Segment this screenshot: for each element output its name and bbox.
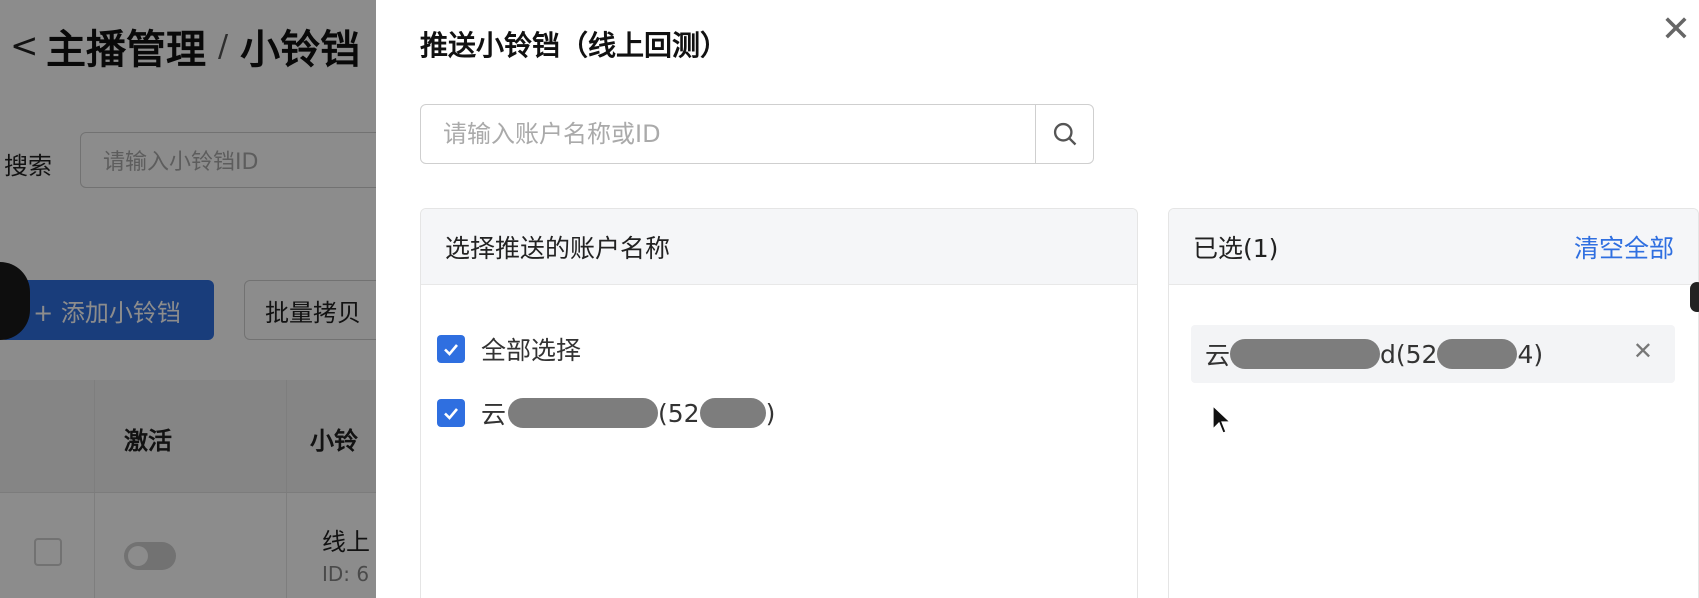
selected-panel: 已选(1) 清空全部 云 d(52 4) ✕ xyxy=(1168,208,1699,598)
clear-all-button[interactable]: 清空全部 xyxy=(1574,229,1674,265)
redacted-selected-id xyxy=(1437,339,1518,369)
account-checkbox[interactable] xyxy=(437,399,465,427)
search-button[interactable] xyxy=(1035,105,1093,163)
account-options-panel: 选择推送的账户名称 全部选择 云 (52 ) xyxy=(420,208,1138,598)
account-search xyxy=(420,104,1094,164)
options-panel-header: 选择推送的账户名称 xyxy=(421,209,1137,285)
account-id-suffix: ) xyxy=(765,398,776,428)
select-all-option[interactable]: 全部选择 xyxy=(437,331,581,367)
selected-name-middle: d(52 xyxy=(1380,339,1438,369)
selected-panel-header: 已选(1) 清空全部 xyxy=(1169,209,1698,285)
close-icon[interactable]: ✕ xyxy=(1661,12,1691,48)
select-all-label: 全部选择 xyxy=(481,336,582,365)
modal-mask[interactable] xyxy=(0,0,376,598)
redacted-account-name xyxy=(508,398,659,428)
account-search-input[interactable] xyxy=(421,105,1035,163)
options-panel-title: 选择推送的账户名称 xyxy=(445,233,671,263)
redacted-selected-name xyxy=(1230,339,1381,369)
search-icon xyxy=(1053,122,1076,146)
selected-account-item: 云 d(52 4) ✕ xyxy=(1191,325,1675,383)
selected-count-title: 已选(1) xyxy=(1193,233,1279,263)
select-all-checkbox[interactable] xyxy=(437,335,465,363)
redacted-account-id xyxy=(699,398,766,428)
push-bell-drawer: 推送小铃铛（线上回测） ✕ 选择推送的账户名称 全部选择 xyxy=(376,0,1699,598)
check-icon xyxy=(444,344,458,356)
mouse-cursor-icon xyxy=(1212,405,1232,434)
edge-handle xyxy=(1690,282,1699,312)
remove-selected-icon[interactable]: ✕ xyxy=(1633,337,1653,365)
account-name-prefix: 云 xyxy=(481,400,507,429)
selected-name-suffix: 4) xyxy=(1517,339,1544,369)
drawer-title: 推送小铃铛（线上回测） xyxy=(420,29,729,62)
account-id-prefix: (52 xyxy=(658,398,700,428)
account-option[interactable]: 云 (52 ) xyxy=(437,395,775,431)
selected-name-prefix: 云 xyxy=(1205,341,1231,370)
check-icon xyxy=(444,408,458,420)
